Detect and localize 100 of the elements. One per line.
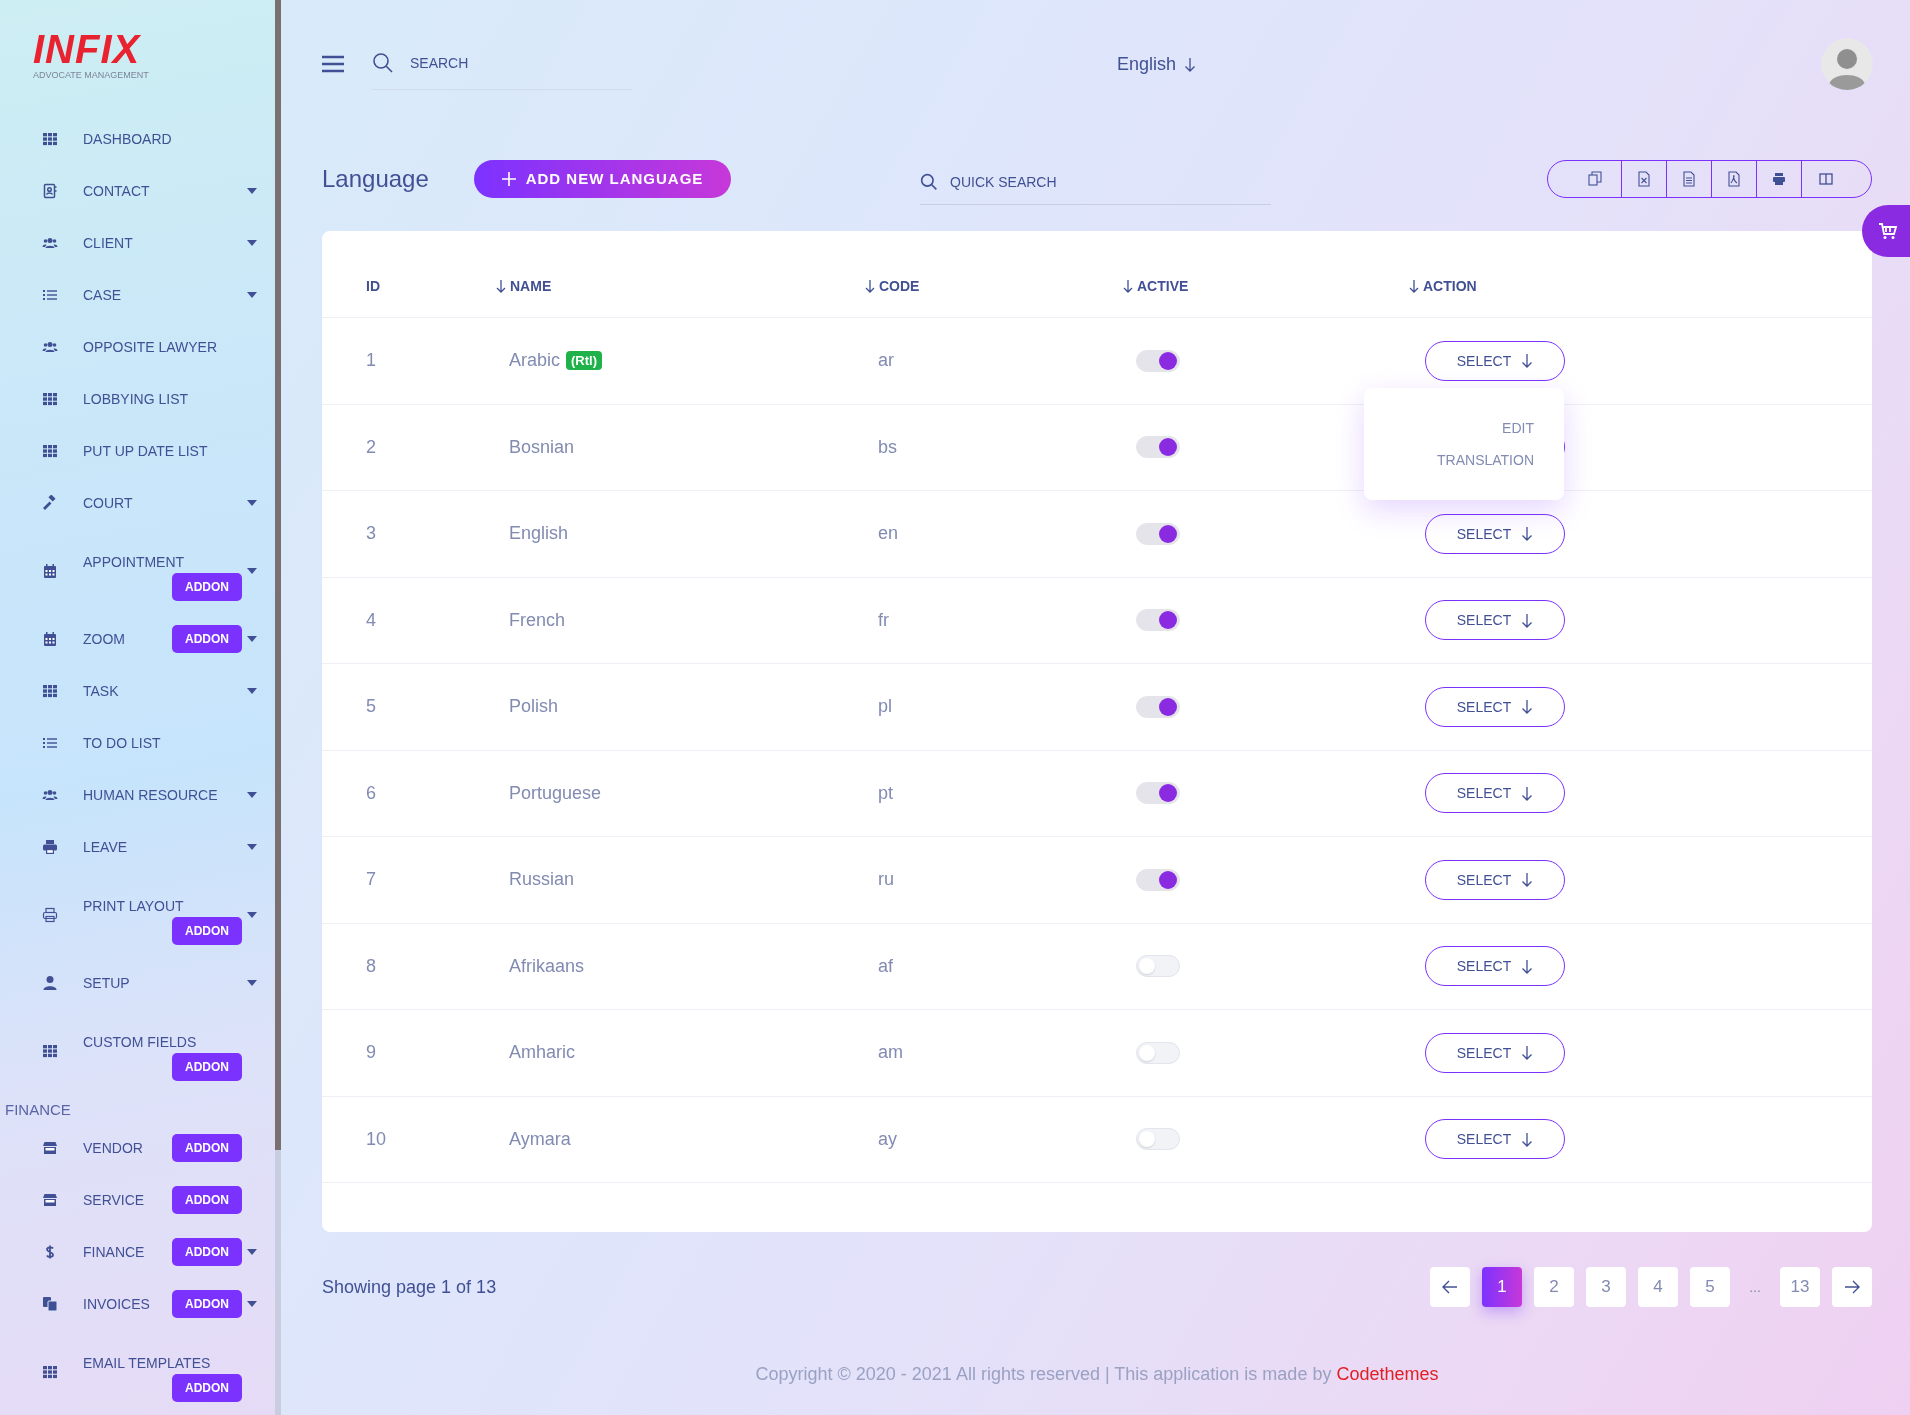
- caret-icon[interactable]: [247, 500, 257, 506]
- sort-arrow-icon: [1123, 279, 1133, 293]
- menu-item[interactable]: COURT: [83, 495, 133, 511]
- toggle-switch[interactable]: [1136, 609, 1180, 632]
- contact-card-icon: [42, 183, 58, 199]
- toggle-switch[interactable]: [1136, 436, 1180, 459]
- caret-icon[interactable]: [247, 568, 257, 574]
- grid-icon: [42, 391, 58, 407]
- toggle-switch[interactable]: [1136, 1128, 1180, 1151]
- select-button[interactable]: SELECT: [1425, 1119, 1565, 1160]
- menu-icon[interactable]: [322, 55, 344, 73]
- menu-item[interactable]: SERVICE: [83, 1192, 145, 1208]
- select-button[interactable]: SELECT: [1425, 1032, 1565, 1073]
- quick-search-field[interactable]: QUICK SEARCH: [950, 174, 1150, 190]
- menu-item[interactable]: LOBBYING LIST: [83, 391, 189, 407]
- column-header[interactable]: NAME: [496, 278, 552, 294]
- table-cell: pl: [878, 696, 892, 718]
- select-button[interactable]: SELECT: [1425, 946, 1565, 987]
- menu-item[interactable]: VENDOR: [83, 1140, 143, 1156]
- menu-option[interactable]: EDIT: [1502, 420, 1534, 436]
- select-button[interactable]: SELECT: [1425, 686, 1565, 727]
- document-icon: [1682, 170, 1696, 187]
- caret-icon[interactable]: [247, 292, 257, 298]
- arrow-down-icon: [1521, 699, 1534, 715]
- page-button[interactable]: 3: [1586, 1267, 1626, 1307]
- table-cell: 2: [366, 436, 376, 458]
- previous-page-button[interactable]: [1430, 1267, 1470, 1307]
- menu-item[interactable]: OPPOSITE LAWYER: [83, 339, 218, 355]
- menu-item[interactable]: LEAVE: [83, 839, 128, 855]
- menu-item[interactable]: PUT UP DATE LIST: [83, 443, 208, 459]
- users-icon: [42, 339, 58, 355]
- select-button[interactable]: SELECT: [1425, 600, 1565, 641]
- users-icon: [42, 787, 58, 803]
- page-button[interactable]: 4: [1638, 1267, 1678, 1307]
- table-cell: af: [878, 955, 893, 977]
- select-button[interactable]: SELECT: [1425, 773, 1565, 814]
- table-cell: Russian: [509, 869, 575, 891]
- toggle-switch[interactable]: [1136, 522, 1180, 545]
- caret-icon[interactable]: [247, 844, 257, 850]
- table-cell: 8: [366, 955, 376, 977]
- language-selector[interactable]: English: [1117, 49, 1197, 79]
- scrollbar-thumb[interactable]: [275, 0, 281, 1150]
- store-icon: [42, 1140, 58, 1156]
- caret-icon[interactable]: [247, 980, 257, 986]
- section-heading: FINANCE: [4, 1100, 71, 1120]
- column-header[interactable]: ACTIVE: [1123, 278, 1189, 294]
- menu-item[interactable]: EMAIL TEMPLATES: [83, 1355, 211, 1371]
- page-button[interactable]: 1: [1482, 1267, 1522, 1307]
- grid-icon: [42, 131, 58, 147]
- toggle-switch[interactable]: [1136, 1041, 1180, 1064]
- cart-button[interactable]: [1862, 205, 1910, 257]
- toggle-switch[interactable]: [1136, 782, 1180, 805]
- page-button[interactable]: 5: [1690, 1267, 1730, 1307]
- toggle-switch[interactable]: [1136, 955, 1180, 978]
- caret-icon[interactable]: [247, 792, 257, 798]
- list-icon: [42, 735, 58, 751]
- caret-icon[interactable]: [247, 688, 257, 694]
- search-icon: [920, 173, 938, 191]
- select-button[interactable]: SELECT: [1425, 513, 1565, 554]
- menu-item[interactable]: TASK: [83, 683, 119, 699]
- table-cell: ar: [878, 350, 894, 372]
- caret-icon[interactable]: [247, 240, 257, 246]
- menu-item[interactable]: CONTACT: [83, 183, 150, 199]
- page-button[interactable]: 2: [1534, 1267, 1574, 1307]
- grid-icon: [42, 683, 58, 699]
- menu-item[interactable]: APPOINTMENT: [83, 554, 185, 570]
- select-button[interactable]: SELECT: [1425, 859, 1565, 900]
- column-header[interactable]: ID: [366, 278, 380, 294]
- menu-item[interactable]: INVOICES: [83, 1296, 150, 1312]
- select-button[interactable]: SELECT: [1425, 340, 1565, 381]
- menu-option[interactable]: TRANSLATION: [1437, 452, 1534, 468]
- menu-item[interactable]: SETUP: [83, 975, 130, 991]
- search-field[interactable]: SEARCH: [410, 54, 610, 71]
- caret-icon[interactable]: [247, 1249, 257, 1255]
- menu-item[interactable]: PRINT LAYOUT: [83, 898, 184, 914]
- addon-badge: ADDON: [172, 1374, 242, 1402]
- menu-item[interactable]: HUMAN RESOURCE: [83, 787, 218, 803]
- codethemes-link[interactable]: Codethemes: [1336, 1364, 1439, 1384]
- menu-item[interactable]: CASE: [83, 287, 122, 303]
- toggle-switch[interactable]: [1136, 695, 1180, 718]
- toggle-switch[interactable]: [1136, 349, 1180, 372]
- page-button[interactable]: 13: [1780, 1267, 1820, 1307]
- menu-item[interactable]: CLIENT: [83, 235, 133, 251]
- toggle-switch[interactable]: [1136, 868, 1180, 891]
- menu-item[interactable]: CUSTOM FIELDS: [83, 1034, 197, 1050]
- caret-icon[interactable]: [247, 912, 257, 918]
- caret-icon[interactable]: [247, 188, 257, 194]
- menu-item[interactable]: ZOOM: [83, 631, 125, 647]
- caret-icon[interactable]: [247, 636, 257, 642]
- avatar[interactable]: [1821, 38, 1873, 90]
- column-header[interactable]: CODE: [865, 278, 920, 294]
- column-header[interactable]: ACTION: [1409, 278, 1477, 294]
- menu-item[interactable]: FINANCE: [83, 1244, 145, 1260]
- add-language-button[interactable]: ADD NEW LANGUAGE: [474, 159, 731, 198]
- caret-icon[interactable]: [247, 1301, 257, 1307]
- printer-icon: [42, 839, 58, 855]
- next-page-button[interactable]: [1832, 1267, 1872, 1307]
- menu-item[interactable]: TO DO LIST: [83, 735, 161, 751]
- menu-item[interactable]: DASHBOARD: [83, 131, 172, 147]
- table-cell: 4: [366, 609, 376, 631]
